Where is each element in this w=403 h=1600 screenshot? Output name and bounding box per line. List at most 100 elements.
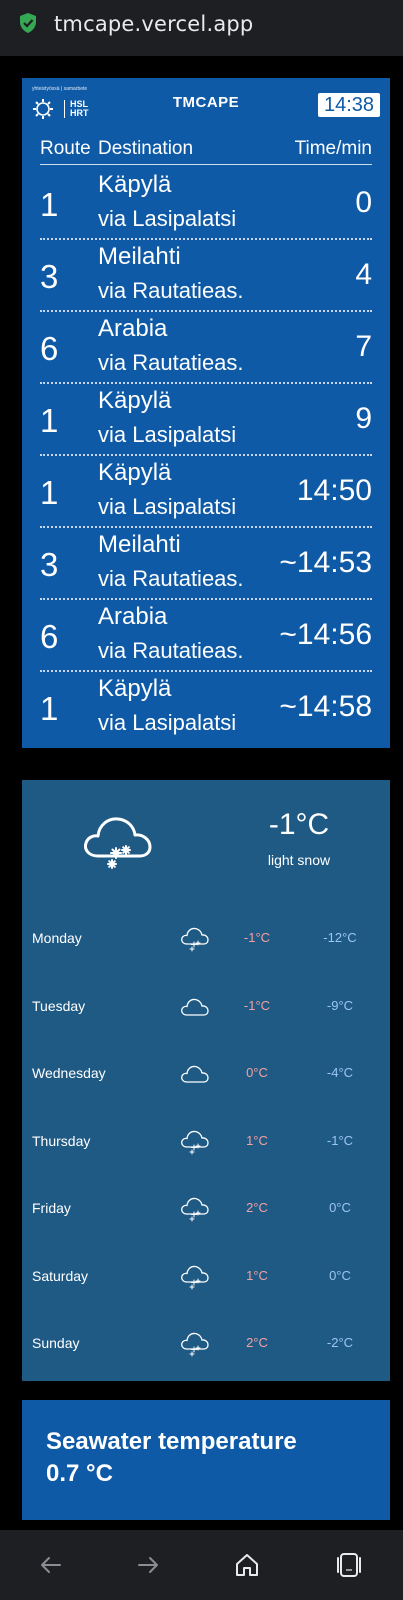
via-stop: via Lasipalatsi <box>98 710 237 735</box>
via-stop: via Lasipalatsi <box>98 494 237 519</box>
snow-cloud-icon <box>181 1130 209 1154</box>
departure-time: 14:50 <box>296 474 372 507</box>
destination: Meilahti <box>98 531 181 558</box>
column-destination: Destination <box>98 138 194 159</box>
low-temp: -12°C <box>323 930 357 945</box>
via-stop: via Rautatieas. <box>98 278 244 303</box>
snow-cloud-icon <box>181 1197 209 1222</box>
departure-row: 6 Arabia via Rautatieas. ~14:56 <box>40 600 372 672</box>
seawater-label: Seawater temperature 0.7 °C <box>46 1426 297 1490</box>
departure-row: 3 Meilahti via Rautatieas. 4 <box>40 240 372 312</box>
day-name: Tuesday <box>32 997 86 1014</box>
forecast-row: Sunday 2°C -2°C <box>22 1313 390 1381</box>
departure-row: 1 Käpylä via Lasipalatsi 0 <box>40 168 372 240</box>
route-number: 1 <box>40 690 59 727</box>
forecast-row: Saturday 1°C 0°C <box>22 1245 390 1313</box>
high-temp: -1°C <box>243 930 271 945</box>
url-text[interactable]: tmcape.vercel.app <box>54 12 253 36</box>
cloud-icon <box>181 1065 209 1083</box>
departure-row: 3 Meilahti via Rautatieas. ~14:53 <box>40 528 372 600</box>
high-temp: 2°C <box>246 1335 268 1350</box>
departure-time: 9 <box>355 402 372 435</box>
forward-arrow-icon[interactable] <box>133 1550 163 1580</box>
low-temp: -1°C <box>326 1132 354 1148</box>
column-time: Time/min <box>294 138 372 159</box>
route-number: 6 <box>40 618 59 655</box>
current-temperature: -1°C <box>268 808 330 841</box>
route-number: 3 <box>40 258 59 295</box>
column-route: Route <box>40 138 91 159</box>
tabs-icon[interactable] <box>334 1550 364 1580</box>
via-stop: via Rautatieas. <box>98 350 244 375</box>
low-temp: 0°C <box>329 1200 351 1215</box>
forecast-row: Thursday 1°C -1°C <box>22 1110 390 1178</box>
destination: Arabia <box>98 315 168 342</box>
day-name: Saturday <box>32 1267 89 1284</box>
snow-cloud-icon <box>181 1265 209 1289</box>
departure-row: 1 Käpylä via Lasipalatsi 14:50 <box>40 456 372 528</box>
forecast-list: Monday -1°C -12°C Tuesday -1°C -9°C Wedn… <box>22 908 390 1381</box>
departure-row: 1 Käpylä via Lasipalatsi ~14:58 <box>40 672 372 744</box>
forecast-row: Tuesday -1°C -9°C <box>22 975 390 1043</box>
departure-list: 1 Käpylä via Lasipalatsi 0 3 Meilahti vi… <box>40 168 372 744</box>
low-temp: -4°C <box>326 1065 354 1080</box>
secure-shield-icon <box>20 13 36 33</box>
day-name: Wednesday <box>32 1065 106 1081</box>
back-arrow-icon[interactable] <box>36 1550 66 1580</box>
low-temp: -2°C <box>326 1335 354 1350</box>
destination: Käpylä <box>98 387 172 414</box>
departure-time: 7 <box>355 330 372 363</box>
departure-time: ~14:53 <box>279 546 372 579</box>
departure-row: 6 Arabia via Rautatieas. 7 <box>40 312 372 384</box>
departure-time: ~14:58 <box>279 690 372 723</box>
day-name: Thursday <box>32 1132 91 1149</box>
destination: Meilahti <box>98 243 181 270</box>
seawater-panel: Seawater temperature 0.7 °C <box>22 1400 390 1520</box>
cloud-icon <box>181 998 209 1016</box>
high-temp: -1°C <box>243 997 271 1013</box>
high-temp: 2°C <box>246 1200 268 1215</box>
departure-time: 4 <box>355 258 372 291</box>
low-temp: -9°C <box>326 997 354 1013</box>
via-stop: via Rautatieas. <box>98 566 244 591</box>
via-stop: via Rautatieas. <box>98 638 244 663</box>
destination: Käpylä <box>98 171 172 198</box>
day-name: Monday <box>32 930 82 946</box>
forecast-row: Friday 2°C 0°C <box>22 1178 390 1246</box>
high-temp: 1°C <box>246 1267 268 1283</box>
day-name: Sunday <box>32 1335 80 1351</box>
high-temp: 1°C <box>246 1132 268 1148</box>
snow-cloud-icon <box>84 817 152 869</box>
destination: Käpylä <box>98 675 172 702</box>
snow-cloud-icon <box>181 1332 209 1357</box>
weather-panel: -1°C light snow Monday -1°C -12°C Tuesda… <box>22 780 390 1381</box>
route-number: 6 <box>40 330 59 367</box>
destination: Arabia <box>98 603 168 630</box>
via-stop: via Lasipalatsi <box>98 206 237 231</box>
via-stop: via Lasipalatsi <box>98 422 237 447</box>
clock: 14:38 <box>318 93 380 117</box>
seawater-title: Seawater temperature <box>46 1428 297 1455</box>
route-number: 1 <box>40 186 59 223</box>
route-number: 3 <box>40 546 59 583</box>
departure-time: ~14:56 <box>279 618 372 651</box>
home-icon[interactable] <box>232 1550 262 1580</box>
departure-board: yhteistyössä | samarbete HSL HRT TMCAPE … <box>22 78 390 748</box>
route-number: 1 <box>40 402 59 439</box>
browser-address-bar[interactable]: tmcape.vercel.app <box>0 0 403 56</box>
day-name: Friday <box>32 1200 71 1216</box>
logo-cooperation-text: yhteistyössä | samarbete <box>32 86 88 92</box>
forecast-row: Monday -1°C -12°C <box>22 908 390 976</box>
browser-nav-bar <box>0 1530 403 1600</box>
departure-time: 0 <box>355 186 372 219</box>
forecast-row: Wednesday 0°C -4°C <box>22 1043 390 1111</box>
seawater-value: 0.7 °C <box>46 1460 113 1487</box>
destination: Käpylä <box>98 459 172 486</box>
route-number: 1 <box>40 474 59 511</box>
current-condition: light snow <box>267 852 331 868</box>
snow-cloud-icon <box>181 927 209 952</box>
low-temp: 0°C <box>329 1267 351 1283</box>
high-temp: 0°C <box>246 1065 268 1080</box>
departure-row: 1 Käpylä via Lasipalatsi 9 <box>40 384 372 456</box>
column-headers: Route Destination Time/min <box>40 138 372 165</box>
